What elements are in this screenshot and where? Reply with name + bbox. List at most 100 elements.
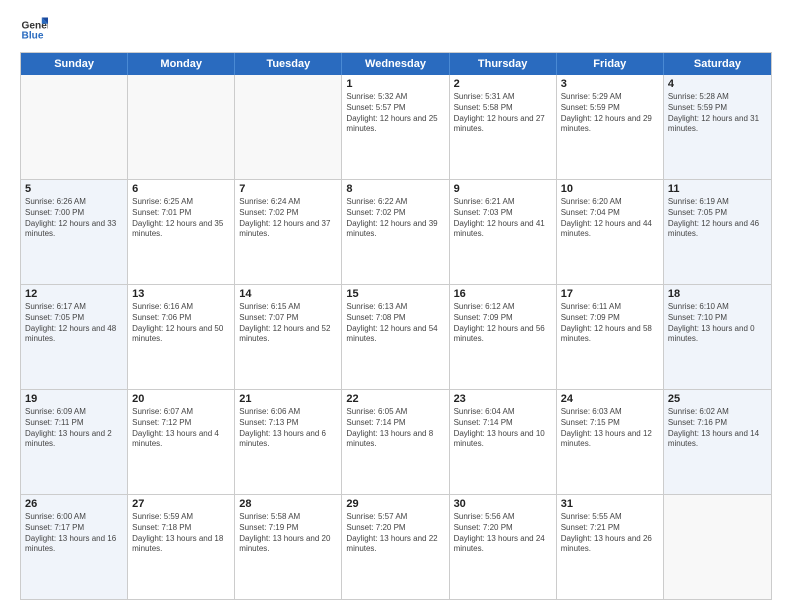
day-cell-7: 7Sunrise: 6:24 AMSunset: 7:02 PMDaylight… — [235, 180, 342, 284]
day-number: 14 — [239, 288, 337, 300]
empty-cell — [235, 75, 342, 179]
cell-info: Sunrise: 6:10 AMSunset: 7:10 PMDaylight:… — [668, 302, 767, 345]
calendar-row-3: 12 Sunrise: 6:17 AMSunset: 7:05 PMDayligh… — [21, 284, 771, 389]
cell-info: Sunrise: 6:22 AMSunset: 7:02 PMDaylight:… — [346, 197, 444, 240]
cell-info: Sunrise: 5:59 AMSunset: 7:18 PMDaylight:… — [132, 512, 230, 555]
day-cell-15: 15Sunrise: 6:13 AMSunset: 7:08 PMDayligh… — [342, 285, 449, 389]
cell-info: Sunrise: 6:05 AMSunset: 7:14 PMDaylight:… — [346, 407, 444, 450]
day-cell-28: 28 Sunrise: 5:58 AMSunset: 7:19 PMDayligh… — [235, 495, 342, 599]
calendar-row-1: 1Sunrise: 5:32 AMSunset: 5:57 PMDaylight… — [21, 75, 771, 179]
cell-info: Sunrise: 6:25 AMSunset: 7:01 PMDaylight:… — [132, 197, 230, 240]
cell-info: Sunrise: 6:04 AMSunset: 7:14 PMDaylight:… — [454, 407, 552, 450]
day-number: 19 — [25, 393, 123, 405]
day-number: 24 — [561, 393, 659, 405]
day-cell-9: 9 Sunrise: 6:21 AMSunset: 7:03 PMDaylight… — [450, 180, 557, 284]
day-cell-5: 5Sunrise: 6:26 AMSunset: 7:00 PMDaylight… — [21, 180, 128, 284]
day-number: 31 — [561, 498, 659, 510]
cell-info: Sunrise: 5:55 AMSunset: 7:21 PMDaylight:… — [561, 512, 659, 555]
calendar-row-2: 5Sunrise: 6:26 AMSunset: 7:00 PMDaylight… — [21, 179, 771, 284]
day-number: 22 — [346, 393, 444, 405]
cell-info: Sunrise: 6:15 AMSunset: 7:07 PMDaylight:… — [239, 302, 337, 345]
cell-info: Sunrise: 6:20 AMSunset: 7:04 PMDaylight:… — [561, 197, 659, 240]
empty-cell — [128, 75, 235, 179]
cell-info: Sunrise: 6:13 AMSunset: 7:08 PMDaylight:… — [346, 302, 444, 345]
cell-info: Sunrise: 6:06 AMSunset: 7:13 PMDaylight:… — [239, 407, 337, 450]
day-cell-25: 25Sunrise: 6:02 AMSunset: 7:16 PMDayligh… — [664, 390, 771, 494]
day-number: 12 — [25, 288, 123, 300]
calendar: SundayMondayTuesdayWednesdayThursdayFrid… — [20, 52, 772, 600]
day-cell-29: 29 Sunrise: 5:57 AMSunset: 7:20 PMDayligh… — [342, 495, 449, 599]
header: General Blue — [20, 16, 772, 44]
cell-info: Sunrise: 5:56 AMSunset: 7:20 PMDaylight:… — [454, 512, 552, 555]
cell-info: Sunrise: 5:32 AMSunset: 5:57 PMDaylight:… — [346, 92, 444, 135]
day-number: 5 — [25, 183, 123, 195]
cell-info: Sunrise: 6:12 AMSunset: 7:09 PMDaylight:… — [454, 302, 552, 345]
day-number: 18 — [668, 288, 767, 300]
calendar-row-5: 26 Sunrise: 6:00 AMSunset: 7:17 PMDayligh… — [21, 494, 771, 599]
cell-info: Sunrise: 6:07 AMSunset: 7:12 PMDaylight:… — [132, 407, 230, 450]
cell-info: Sunrise: 6:21 AMSunset: 7:03 PMDaylight:… — [454, 197, 552, 240]
day-number: 9 — [454, 183, 552, 195]
day-cell-21: 21 Sunrise: 6:06 AMSunset: 7:13 PMDayligh… — [235, 390, 342, 494]
header-day-wednesday: Wednesday — [342, 53, 449, 75]
day-cell-23: 23 Sunrise: 6:04 AMSunset: 7:14 PMDayligh… — [450, 390, 557, 494]
day-number: 28 — [239, 498, 337, 510]
cell-info: Sunrise: 6:02 AMSunset: 7:16 PMDaylight:… — [668, 407, 767, 450]
day-number: 27 — [132, 498, 230, 510]
cell-info: Sunrise: 6:00 AMSunset: 7:17 PMDaylight:… — [25, 512, 123, 555]
cell-info: Sunrise: 5:28 AMSunset: 5:59 PMDaylight:… — [668, 92, 767, 135]
day-cell-13: 13 Sunrise: 6:16 AMSunset: 7:06 PMDayligh… — [128, 285, 235, 389]
day-cell-27: 27 Sunrise: 5:59 AMSunset: 7:18 PMDayligh… — [128, 495, 235, 599]
cell-info: Sunrise: 6:03 AMSunset: 7:15 PMDaylight:… — [561, 407, 659, 450]
day-cell-17: 17Sunrise: 6:11 AMSunset: 7:09 PMDayligh… — [557, 285, 664, 389]
day-cell-16: 16 Sunrise: 6:12 AMSunset: 7:09 PMDayligh… — [450, 285, 557, 389]
day-number: 10 — [561, 183, 659, 195]
day-cell-6: 6Sunrise: 6:25 AMSunset: 7:01 PMDaylight… — [128, 180, 235, 284]
day-number: 26 — [25, 498, 123, 510]
day-cell-3: 3Sunrise: 5:29 AMSunset: 5:59 PMDaylight… — [557, 75, 664, 179]
day-number: 17 — [561, 288, 659, 300]
day-number: 21 — [239, 393, 337, 405]
cell-info: Sunrise: 5:58 AMSunset: 7:19 PMDaylight:… — [239, 512, 337, 555]
day-cell-18: 18 Sunrise: 6:10 AMSunset: 7:10 PMDayligh… — [664, 285, 771, 389]
day-cell-24: 24 Sunrise: 6:03 AMSunset: 7:15 PMDayligh… — [557, 390, 664, 494]
empty-cell — [664, 495, 771, 599]
day-cell-1: 1Sunrise: 5:32 AMSunset: 5:57 PMDaylight… — [342, 75, 449, 179]
cell-info: Sunrise: 6:16 AMSunset: 7:06 PMDaylight:… — [132, 302, 230, 345]
day-number: 2 — [454, 78, 552, 90]
header-day-friday: Friday — [557, 53, 664, 75]
day-cell-26: 26 Sunrise: 6:00 AMSunset: 7:17 PMDayligh… — [21, 495, 128, 599]
day-number: 4 — [668, 78, 767, 90]
empty-cell — [21, 75, 128, 179]
cell-info: Sunrise: 5:29 AMSunset: 5:59 PMDaylight:… — [561, 92, 659, 135]
logo-icon: General Blue — [20, 16, 48, 44]
day-number: 11 — [668, 183, 767, 195]
day-number: 13 — [132, 288, 230, 300]
day-cell-31: 31 Sunrise: 5:55 AMSunset: 7:21 PMDayligh… — [557, 495, 664, 599]
header-day-sunday: Sunday — [21, 53, 128, 75]
calendar-body: 1Sunrise: 5:32 AMSunset: 5:57 PMDaylight… — [21, 75, 771, 599]
day-cell-8: 8Sunrise: 6:22 AMSunset: 7:02 PMDaylight… — [342, 180, 449, 284]
day-cell-20: 20Sunrise: 6:07 AMSunset: 7:12 PMDayligh… — [128, 390, 235, 494]
day-number: 16 — [454, 288, 552, 300]
cell-info: Sunrise: 5:57 AMSunset: 7:20 PMDaylight:… — [346, 512, 444, 555]
header-day-thursday: Thursday — [450, 53, 557, 75]
day-number: 23 — [454, 393, 552, 405]
page: General Blue SundayMondayTuesdayWednesda… — [0, 0, 792, 612]
day-cell-12: 12 Sunrise: 6:17 AMSunset: 7:05 PMDayligh… — [21, 285, 128, 389]
day-cell-19: 19 Sunrise: 6:09 AMSunset: 7:11 PMDayligh… — [21, 390, 128, 494]
header-day-saturday: Saturday — [664, 53, 771, 75]
calendar-header: SundayMondayTuesdayWednesdayThursdayFrid… — [21, 53, 771, 75]
cell-info: Sunrise: 6:17 AMSunset: 7:05 PMDaylight:… — [25, 302, 123, 345]
header-day-tuesday: Tuesday — [235, 53, 342, 75]
day-cell-11: 11Sunrise: 6:19 AMSunset: 7:05 PMDayligh… — [664, 180, 771, 284]
day-number: 29 — [346, 498, 444, 510]
day-number: 7 — [239, 183, 337, 195]
day-number: 30 — [454, 498, 552, 510]
day-cell-10: 10 Sunrise: 6:20 AMSunset: 7:04 PMDayligh… — [557, 180, 664, 284]
logo: General Blue — [20, 16, 48, 44]
day-cell-4: 4 Sunrise: 5:28 AMSunset: 5:59 PMDaylight… — [664, 75, 771, 179]
day-cell-30: 30 Sunrise: 5:56 AMSunset: 7:20 PMDayligh… — [450, 495, 557, 599]
day-cell-22: 22 Sunrise: 6:05 AMSunset: 7:14 PMDayligh… — [342, 390, 449, 494]
cell-info: Sunrise: 6:09 AMSunset: 7:11 PMDaylight:… — [25, 407, 123, 450]
